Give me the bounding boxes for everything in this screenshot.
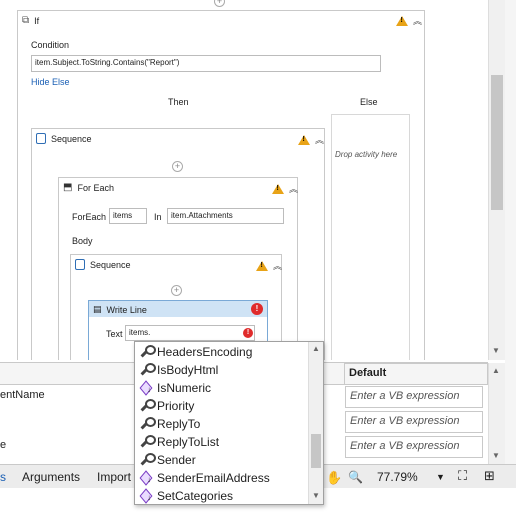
canvas-vertical-scrollbar[interactable]: ▼: [488, 0, 505, 360]
condition-input[interactable]: item.Subject.ToString.Contains("Report"): [31, 55, 381, 72]
sequence-icon: [75, 259, 85, 270]
tab-imports[interactable]: Import: [97, 470, 131, 484]
dropdown-scrollbar[interactable]: ▲ ▼: [308, 342, 323, 504]
in-label: In: [154, 212, 162, 222]
intellisense-item-label: IsNumeric: [157, 381, 212, 395]
drop-hint: Drop activity here: [335, 150, 398, 159]
collapse-icon[interactable]: ︽: [273, 259, 282, 272]
body-label: Body: [72, 236, 93, 246]
overview-icon[interactable]: ⊞: [484, 468, 495, 484]
variable-name-cell[interactable]: entName: [0, 389, 45, 401]
scroll-down-icon[interactable]: ▼: [492, 451, 500, 460]
warning-icon: [256, 260, 268, 271]
intellisense-item[interactable]: Priority: [135, 397, 307, 415]
designer-canvas: + ⧉ If ︽ Condition item.Subject.ToString…: [0, 0, 488, 360]
text-input[interactable]: items.: [125, 325, 255, 341]
add-activity-icon[interactable]: +: [171, 285, 182, 296]
method-ext-icon: [139, 381, 153, 395]
zoom-dropdown-icon[interactable]: ▼: [436, 472, 445, 482]
side-panel-edge: [505, 0, 516, 470]
intellisense-item-label: ReplyToList: [157, 435, 220, 449]
scroll-down-icon[interactable]: ▼: [312, 491, 320, 500]
sequence-outer-title: Sequence: [51, 133, 92, 144]
intellisense-item[interactable]: IsBodyHtml: [135, 361, 307, 379]
foreach-label: ForEach: [72, 212, 107, 222]
collapse-icon[interactable]: ︽: [413, 14, 422, 27]
pan-hand-icon[interactable]: ✋: [326, 470, 342, 486]
scroll-thumb[interactable]: [311, 434, 321, 468]
for-each-title: For Each: [77, 182, 114, 193]
intellisense-item-label: HeadersEncoding: [157, 345, 253, 359]
scroll-thumb[interactable]: [491, 75, 503, 210]
variable-name-cell[interactable]: e: [0, 439, 6, 451]
else-drop-zone[interactable]: Drop activity here: [331, 114, 410, 360]
collapse-icon[interactable]: ︽: [315, 133, 324, 146]
sequence-icon: [36, 133, 46, 144]
scroll-down-icon[interactable]: ▼: [492, 346, 500, 355]
default-value-input[interactable]: Enter a VB expression: [345, 386, 483, 408]
wrench-icon: [139, 417, 156, 431]
write-line-icon: ▤: [93, 304, 102, 314]
if-icon: ⧉: [22, 15, 30, 26]
intellisense-item-label: ReplyTo: [157, 417, 201, 431]
then-label: Then: [168, 97, 189, 107]
intellisense-item[interactable]: SenderEmailAddress: [135, 469, 307, 487]
tab-arguments[interactable]: Arguments: [22, 470, 80, 484]
scroll-up-icon[interactable]: ▲: [312, 344, 320, 353]
intellisense-item[interactable]: Sender: [135, 451, 307, 469]
wrench-icon: [139, 345, 156, 359]
intellisense-item-label: SenderEmailAddress: [157, 471, 270, 485]
foreach-variable-input[interactable]: items: [109, 208, 147, 224]
intellisense-item-label: Sender: [157, 453, 196, 467]
scroll-up-icon[interactable]: ▲: [492, 366, 500, 375]
wrench-icon: [139, 435, 156, 449]
method-ext-icon: [139, 489, 153, 503]
intellisense-item[interactable]: ReplyToList: [135, 433, 307, 451]
intellisense-item-label: Priority: [157, 399, 195, 413]
grid-vertical-scrollbar[interactable]: ▲ ▼: [488, 363, 505, 465]
if-title: If: [34, 15, 40, 26]
intellisense-item-label: SetCategories: [157, 489, 234, 503]
for-each-activity[interactable]: ⬒ For Each ︽ ForEach items In item.Attac…: [58, 177, 298, 360]
fit-to-screen-icon[interactable]: ⛶: [458, 468, 467, 484]
in-collection-input[interactable]: item.Attachments: [167, 208, 284, 224]
if-activity[interactable]: ⧉ If ︽ Condition item.Subject.ToString.C…: [17, 10, 425, 360]
intellisense-item-label: IsBodyHtml: [157, 363, 219, 377]
add-activity-icon[interactable]: +: [172, 161, 183, 172]
add-activity-icon[interactable]: +: [214, 0, 225, 7]
warning-icon: [298, 134, 310, 145]
intellisense-item[interactable]: IsNumeric: [135, 379, 307, 397]
tab-variables[interactable]: s: [0, 470, 6, 484]
zoom-level[interactable]: 77.79%: [377, 470, 418, 484]
default-value-input[interactable]: Enter a VB expression: [345, 436, 483, 458]
column-header-default: Default: [344, 363, 488, 385]
warning-icon: [396, 15, 408, 26]
wrench-icon: [139, 363, 156, 377]
intellisense-item[interactable]: ReplyTo: [135, 415, 307, 433]
hide-else-link[interactable]: Hide Else: [31, 77, 70, 87]
zoom-magnifier-icon[interactable]: 🔍: [348, 470, 363, 484]
error-icon: !: [243, 328, 253, 338]
else-label: Else: [360, 97, 378, 107]
write-line-title: Write Line: [106, 304, 147, 315]
wrench-icon: [139, 399, 156, 413]
wrench-icon: [139, 453, 156, 467]
condition-label: Condition: [31, 40, 70, 50]
intellisense-item[interactable]: HeadersEncoding: [135, 343, 307, 361]
warning-icon: [272, 183, 284, 194]
method-ext-icon: [139, 471, 153, 485]
for-each-icon: ⬒: [63, 182, 73, 193]
sequence-inner-title: Sequence: [90, 259, 131, 270]
collapse-icon[interactable]: ︽: [289, 182, 298, 195]
text-label: Text: [106, 329, 123, 339]
error-icon: !: [251, 303, 263, 315]
sequence-outer[interactable]: Sequence ︽ + ⬒ For Each ︽ ForEach items: [31, 128, 325, 360]
default-value-input[interactable]: Enter a VB expression: [345, 411, 483, 433]
intellisense-dropdown[interactable]: HeadersEncoding IsBodyHtml IsNumeric Pri…: [134, 341, 324, 505]
intellisense-item[interactable]: SetCategories: [135, 487, 307, 505]
